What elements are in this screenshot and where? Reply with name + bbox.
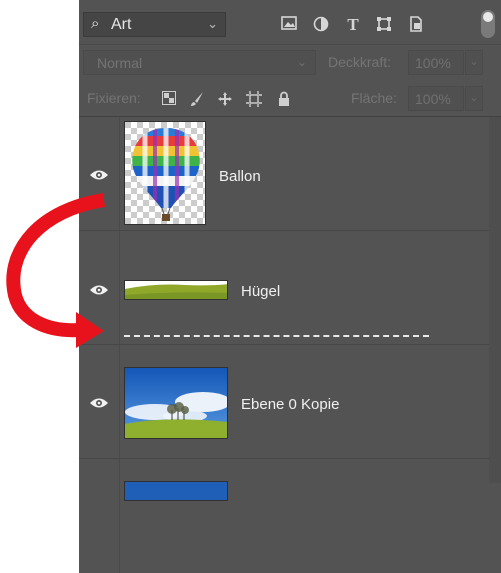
lock-label: Fixieren: bbox=[87, 90, 141, 106]
smart-object-filter-icon[interactable] bbox=[407, 16, 425, 34]
opacity-field[interactable]: 100% bbox=[408, 50, 464, 75]
fill-dropdown-button[interactable]: ⌄ bbox=[465, 86, 483, 111]
move-arrow-annotation bbox=[6, 193, 106, 348]
lock-transparent-pixels-icon[interactable] bbox=[161, 91, 177, 107]
layers-panel: ⌕ Art ⌄ T Normal ⌄ Deckkraft: 100% ⌄ Fix… bbox=[79, 0, 501, 573]
lock-image-pixels-icon[interactable] bbox=[189, 91, 205, 107]
blend-row: Normal ⌄ Deckkraft: 100% ⌄ bbox=[79, 44, 501, 79]
adjustment-filter-icon[interactable] bbox=[312, 16, 330, 34]
chevron-down-icon: ⌄ bbox=[296, 55, 307, 69]
filter-type-label: Art bbox=[111, 16, 132, 33]
fill-field[interactable]: 100% bbox=[408, 86, 464, 111]
fill-label: Fläche: bbox=[351, 90, 397, 106]
lock-position-icon[interactable] bbox=[217, 91, 233, 107]
image-filter-icon[interactable] bbox=[280, 16, 298, 34]
blend-mode-value: Normal bbox=[97, 55, 143, 71]
filter-type-select[interactable]: ⌕ Art ⌄ bbox=[83, 12, 226, 37]
fill-value: 100% bbox=[415, 91, 451, 107]
layer-thumbnail-ebene-0-kopie bbox=[124, 367, 228, 439]
type-filter-icon[interactable]: T bbox=[344, 16, 362, 34]
visibility-eye-icon[interactable] bbox=[89, 396, 109, 410]
layer-gutter bbox=[119, 459, 120, 573]
blend-mode-select[interactable]: Normal ⌄ bbox=[83, 50, 316, 75]
toggle-knob bbox=[483, 12, 493, 22]
drop-indicator-line bbox=[124, 335, 429, 337]
layer-row-ebene-0-kopie[interactable]: Ebene 0 Kopie bbox=[79, 345, 501, 459]
layer-row-huegel[interactable]: Hügel bbox=[79, 231, 501, 345]
lock-row: Fixieren: Fläche: 100% ⌄ bbox=[79, 78, 501, 117]
layer-row-next[interactable] bbox=[79, 459, 501, 573]
lock-all-icon[interactable] bbox=[276, 91, 292, 107]
scrollbar[interactable] bbox=[489, 117, 501, 483]
opacity-value: 100% bbox=[415, 55, 451, 71]
layer-list: Ballon Hügel Ebene 0 Kopie bbox=[79, 117, 501, 573]
filter-toggle-switch[interactable] bbox=[481, 10, 495, 38]
layer-thumbnail-huegel bbox=[124, 280, 228, 300]
layers-toolbar: ⌕ Art ⌄ T bbox=[79, 0, 501, 44]
opacity-dropdown-button[interactable]: ⌄ bbox=[465, 50, 483, 75]
layer-thumbnail-next bbox=[124, 481, 228, 501]
search-icon: ⌕ bbox=[91, 15, 100, 32]
layer-name-huegel: Hügel bbox=[241, 283, 281, 300]
layer-thumbnail-ballon bbox=[124, 121, 206, 225]
layer-row-ballon[interactable]: Ballon bbox=[79, 117, 501, 231]
opacity-label: Deckkraft: bbox=[328, 54, 392, 70]
layer-name-ebene-0-kopie: Ebene 0 Kopie bbox=[241, 396, 340, 413]
lock-artboard-icon[interactable] bbox=[246, 91, 262, 107]
layer-name-ballon: Ballon bbox=[219, 168, 261, 185]
shape-filter-icon[interactable] bbox=[375, 16, 393, 34]
chevron-down-icon: ⌄ bbox=[207, 16, 218, 31]
layer-gutter bbox=[119, 345, 120, 458]
